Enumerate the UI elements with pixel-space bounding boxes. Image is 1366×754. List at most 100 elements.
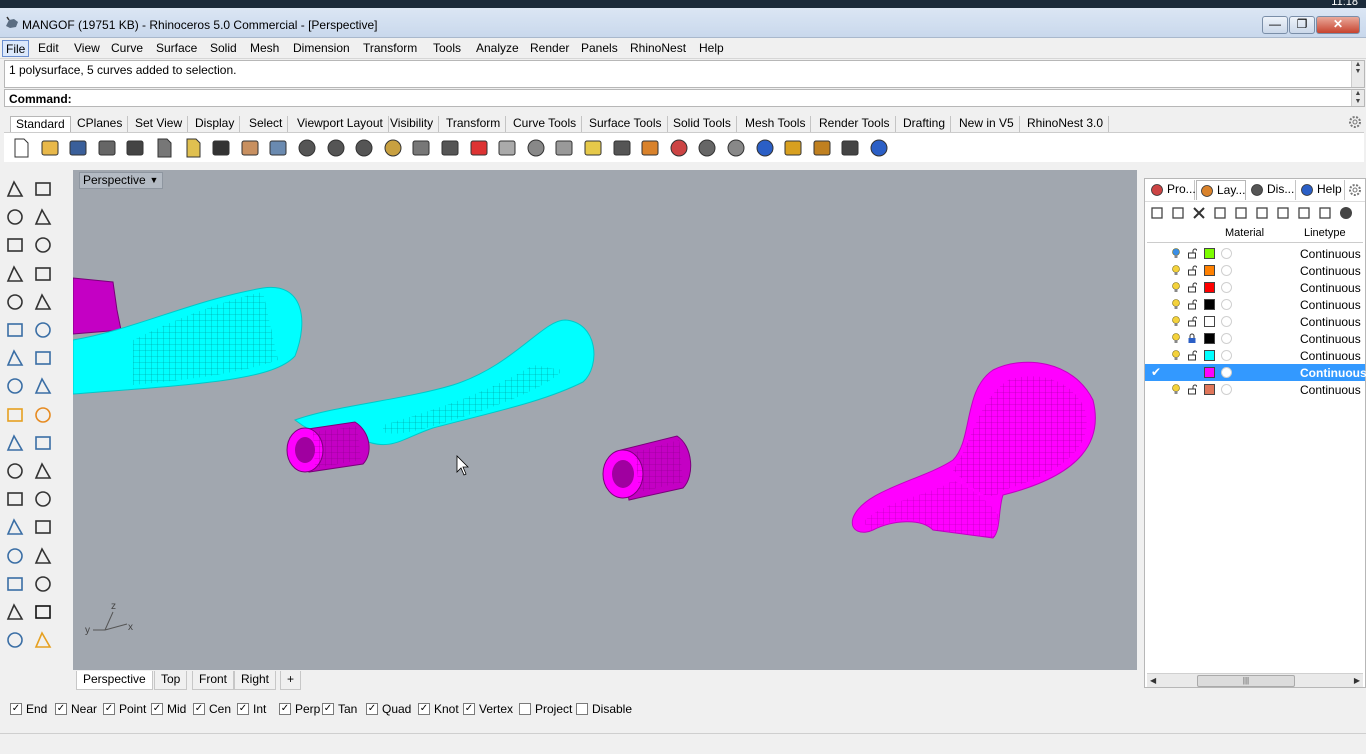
minimize-button[interactable]: — — [1262, 16, 1288, 34]
osnap-checkbox-vertex[interactable]: ✓ — [463, 703, 475, 715]
menu-mesh[interactable]: Mesh — [247, 40, 282, 57]
layer-help-icon[interactable] — [1338, 205, 1354, 221]
toolbar-tab-set-view[interactable]: Set View — [130, 116, 189, 132]
surface-icon[interactable] — [4, 319, 26, 341]
toolbar-tab-curve-tools[interactable]: Curve Tools — [508, 116, 583, 132]
layer-row[interactable]: Continuous — [1145, 245, 1365, 262]
magenta-funnel-object[interactable] — [851, 361, 1096, 539]
layer-color-swatch[interactable] — [1204, 299, 1215, 310]
points-on-icon[interactable] — [32, 460, 54, 482]
layer-visibility-bulb-icon[interactable] — [1171, 350, 1181, 361]
layer-row[interactable]: Continuous — [1145, 262, 1365, 279]
viewport-tab-perspective[interactable]: Perspective — [76, 671, 153, 690]
layer-row[interactable]: Continuous — [1145, 296, 1365, 313]
layer-unlocked-icon[interactable] — [1187, 350, 1197, 361]
point-icon[interactable] — [553, 137, 575, 159]
menu-surface[interactable]: Surface — [153, 40, 200, 57]
command-prompt[interactable]: Command: ▲ ▼ — [4, 89, 1365, 107]
layer-linetype[interactable]: Continuous — [1300, 298, 1361, 312]
menu-rhinonest[interactable]: RhinoNest — [627, 40, 689, 57]
osnap-knot[interactable]: ✓ Knot — [418, 701, 459, 717]
dimension-icon[interactable] — [782, 137, 804, 159]
analyze-icon[interactable] — [4, 601, 26, 623]
layer-visibility-bulb-icon[interactable] — [1171, 248, 1181, 259]
layer-material-icon[interactable] — [1221, 265, 1232, 276]
align-icon[interactable] — [32, 573, 54, 595]
toolbar-tab-transform[interactable]: Transform — [441, 116, 507, 132]
perspective-viewport[interactable]: z x y Perspective ▼ — [73, 170, 1137, 670]
delete-layer-icon[interactable] — [1191, 205, 1207, 221]
split-icon[interactable] — [4, 432, 26, 454]
toolbar-tab-standard[interactable]: Standard — [10, 116, 71, 132]
offset-icon[interactable] — [4, 488, 26, 510]
menu-file[interactable]: File — [2, 40, 30, 57]
zoom-selected-icon[interactable] — [382, 137, 404, 159]
array-icon[interactable] — [4, 545, 26, 567]
move-out-icon[interactable] — [1254, 205, 1270, 221]
layer-color-swatch[interactable] — [1204, 384, 1215, 395]
zoom-extents-icon[interactable] — [353, 137, 375, 159]
arc-icon[interactable] — [4, 263, 26, 285]
magenta-block-object[interactable] — [73, 277, 122, 335]
osnap-int[interactable]: ✓ Int — [237, 701, 266, 717]
osnap-checkbox-disable[interactable] — [576, 703, 588, 715]
render-box-icon[interactable] — [4, 629, 26, 651]
layer-linetype[interactable]: Continuous — [1300, 264, 1361, 278]
pan-icon[interactable] — [239, 137, 261, 159]
osnap-checkbox-near[interactable]: ✓ — [55, 703, 67, 715]
layer-linetype[interactable]: Continuous — [1300, 281, 1361, 295]
osnap-checkbox-perp[interactable]: ✓ — [279, 703, 291, 715]
osnap-mid[interactable]: ✓ Mid — [151, 701, 186, 717]
layer-color-swatch[interactable] — [1204, 350, 1215, 361]
layer-material-icon[interactable] — [1221, 316, 1232, 327]
zoom-icon[interactable] — [296, 137, 318, 159]
scroll-right-icon[interactable]: ▶ — [1354, 674, 1360, 688]
viewport-tab-front[interactable]: Front — [192, 671, 235, 690]
layer-manager-icon[interactable] — [1296, 205, 1312, 221]
command-history-scrollbar[interactable]: ▲ ▼ — [1351, 61, 1364, 87]
layer-material-icon[interactable] — [1221, 282, 1232, 293]
osnap-project[interactable]: Project — [519, 701, 572, 717]
mesh-icon[interactable] — [4, 404, 26, 426]
toolbar-tab-mesh-tools[interactable]: Mesh Tools — [740, 116, 812, 132]
layer-material-icon[interactable] — [1221, 333, 1232, 344]
blend-icon[interactable] — [32, 488, 54, 510]
menu-help[interactable]: Help — [696, 40, 727, 57]
rectangle-icon[interactable] — [32, 263, 54, 285]
layer-linetype[interactable]: Continuous — [1300, 315, 1361, 329]
extrude-surface-icon[interactable] — [32, 319, 54, 341]
zoom-window-icon[interactable] — [325, 137, 347, 159]
check-icon[interactable] — [32, 601, 54, 623]
menu-render[interactable]: Render — [527, 40, 572, 57]
layer-unlocked-icon[interactable] — [1187, 384, 1197, 395]
layer-filter-icon[interactable] — [1275, 205, 1291, 221]
layer-linetype[interactable]: Continuous — [1300, 332, 1361, 346]
toolbar-tab-rhinonest-3-0[interactable]: RhinoNest 3.0 — [1022, 116, 1110, 132]
add-viewport-tab[interactable]: + — [280, 671, 302, 690]
mirror-icon[interactable] — [32, 545, 54, 567]
layer-color-swatch[interactable] — [1204, 248, 1215, 259]
layer-unlocked-icon[interactable] — [1187, 282, 1197, 293]
cplane-icon[interactable] — [496, 137, 518, 159]
osnap-point[interactable]: ✓ Point — [103, 701, 146, 717]
paste-icon[interactable] — [182, 137, 204, 159]
polygon-icon[interactable] — [4, 291, 26, 313]
osnap-checkbox-int[interactable]: ✓ — [237, 703, 249, 715]
close-button[interactable]: ✕ — [1316, 16, 1360, 34]
select-arrow-icon[interactable] — [4, 178, 26, 200]
explode-icon[interactable] — [32, 404, 54, 426]
layer-unlocked-icon[interactable] — [1187, 316, 1197, 327]
blue-sphere-icon[interactable] — [754, 137, 776, 159]
toolbar-tab-viewport-layout[interactable]: Viewport Layout — [292, 116, 389, 132]
layer-unlocked-icon[interactable] — [1187, 248, 1197, 259]
move-down-icon[interactable] — [1233, 205, 1249, 221]
rotate-view-icon[interactable] — [267, 137, 289, 159]
layer-material-icon[interactable] — [1221, 299, 1232, 310]
ellipse-icon[interactable] — [32, 234, 54, 256]
grid-array-icon[interactable] — [4, 573, 26, 595]
current-layer-check-icon[interactable]: ✔ — [1151, 365, 1161, 379]
menu-solid[interactable]: Solid — [207, 40, 240, 57]
osnap-quad[interactable]: ✓ Quad — [366, 701, 411, 717]
menu-curve[interactable]: Curve — [108, 40, 146, 57]
panel-tab-layers[interactable]: Lay... — [1196, 180, 1246, 200]
